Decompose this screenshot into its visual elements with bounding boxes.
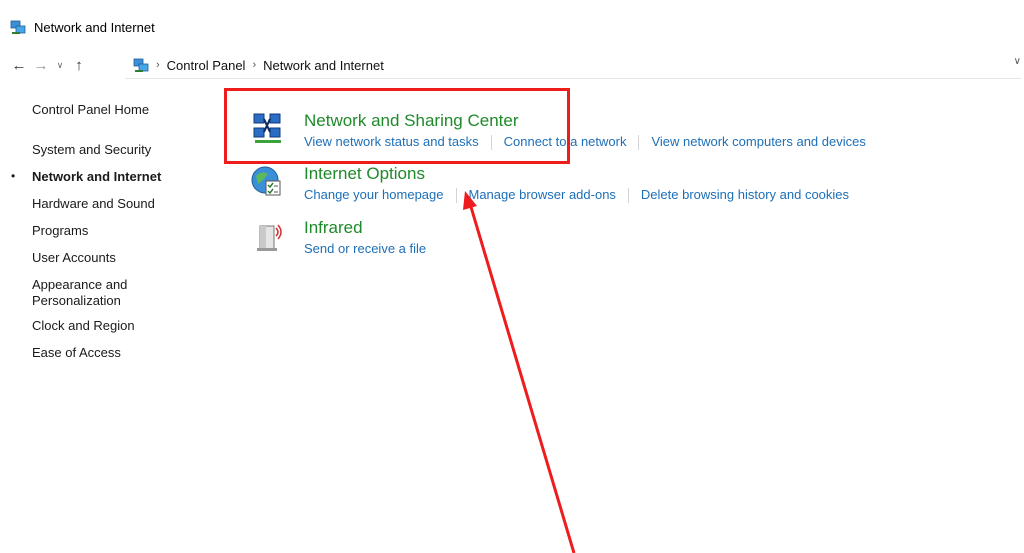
breadcrumb-network-and-internet[interactable]: Network and Internet xyxy=(263,58,384,73)
link-change-homepage[interactable]: Change your homepage xyxy=(304,187,444,203)
sidebar-item-hardware-and-sound[interactable]: Hardware and Sound xyxy=(32,196,155,212)
sidebar-item-system-and-security[interactable]: System and Security xyxy=(32,142,151,158)
sidebar-item-user-accounts[interactable]: User Accounts xyxy=(32,250,116,266)
sidebar-item-ease-of-access[interactable]: Ease of Access xyxy=(32,345,121,361)
link-divider xyxy=(638,135,640,150)
highlight-box xyxy=(224,88,570,164)
sidebar-item-clock-and-region[interactable]: Clock and Region xyxy=(32,318,135,334)
current-item-bullet: • xyxy=(11,169,16,183)
forward-arrow-icon[interactable]: → xyxy=(30,57,52,74)
up-arrow-icon[interactable]: ↑ xyxy=(68,57,90,74)
infrared-icon[interactable] xyxy=(250,218,286,254)
link-divider xyxy=(627,188,629,203)
link-view-network-computers[interactable]: View network computers and devices xyxy=(651,134,865,150)
breadcrumb-control-panel[interactable]: Control Panel xyxy=(167,58,246,73)
link-manage-browser-addons[interactable]: Manage browser add-ons xyxy=(469,187,616,203)
link-send-or-receive-file[interactable]: Send or receive a file xyxy=(304,241,426,256)
sidebar-item-network-and-internet: Network and Internet xyxy=(32,169,162,184)
window-titlebar: Network and Internet xyxy=(10,17,155,37)
link-delete-browsing-history[interactable]: Delete browsing history and cookies xyxy=(641,187,849,203)
window-title: Network and Internet xyxy=(34,19,155,35)
category-title[interactable]: Internet Options xyxy=(304,164,425,184)
address-field[interactable]: › Control Panel › Network and Internet ∨ xyxy=(125,52,1021,79)
annotation-arrow-shaft xyxy=(469,206,576,553)
sidebar-item-appearance-and-personalization[interactable]: Appearance and Personalization xyxy=(32,277,162,309)
category-links: Send or receive a file xyxy=(304,241,426,256)
network-folder-icon xyxy=(10,20,26,34)
breadcrumb-separator-icon[interactable]: › xyxy=(252,59,256,71)
category-title[interactable]: Infrared xyxy=(304,218,363,238)
link-divider xyxy=(455,188,457,203)
back-arrow-icon[interactable]: ← xyxy=(8,57,30,74)
internet-options-icon[interactable] xyxy=(250,164,286,200)
sidebar-item-control-panel-home[interactable]: Control Panel Home xyxy=(32,102,149,118)
breadcrumb-separator-icon[interactable]: › xyxy=(156,59,160,71)
address-bar: ← → ∨ ↑ › Control Panel › Network and In… xyxy=(8,52,1024,79)
category-links: Change your homepage Manage browser add-… xyxy=(304,187,849,203)
sidebar-item-programs[interactable]: Programs xyxy=(32,223,88,239)
recent-locations-chevron-icon[interactable]: ∨ xyxy=(52,60,68,71)
control-panel-icon xyxy=(133,58,149,72)
address-dropdown-icon[interactable]: ∨ xyxy=(1014,56,1021,67)
